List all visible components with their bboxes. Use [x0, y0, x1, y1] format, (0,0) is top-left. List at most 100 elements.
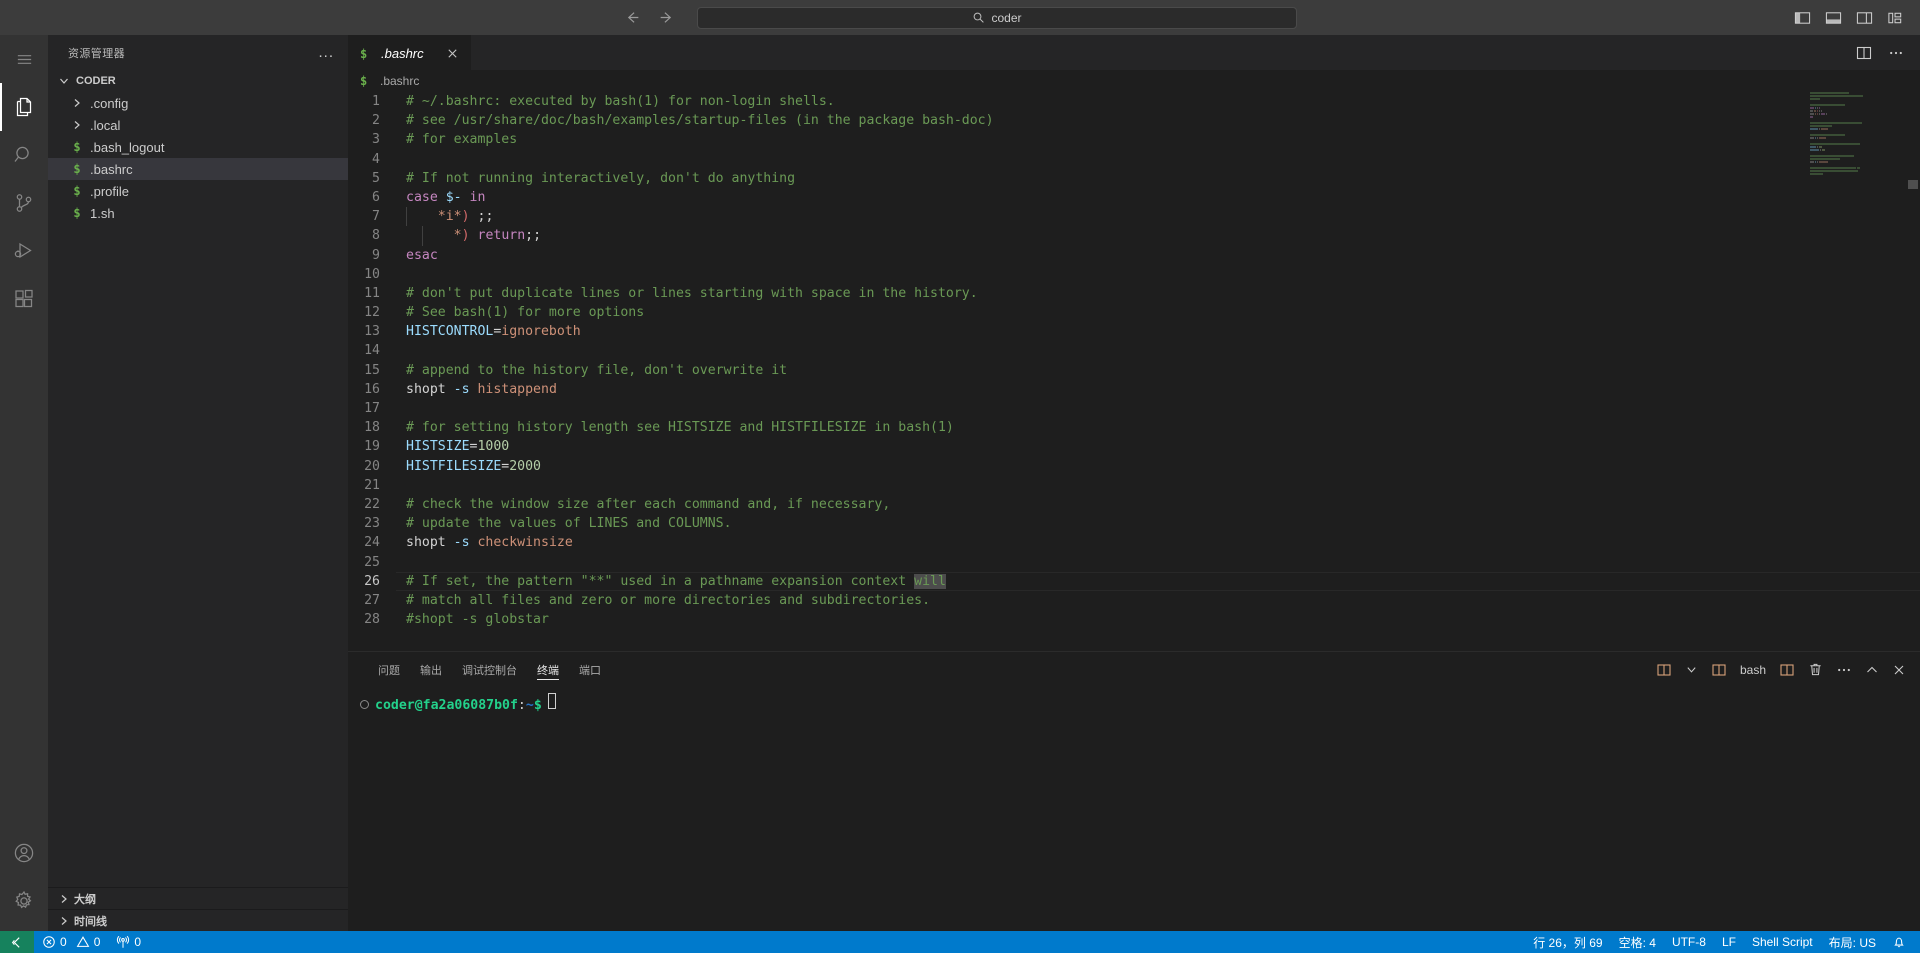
arrow-left-icon[interactable]	[623, 9, 641, 27]
code-line[interactable]: 1 # ~/.bashrc: executed by bash(1) for no…	[348, 92, 1920, 111]
gear-icon[interactable]	[0, 877, 48, 925]
minimap-line	[1810, 170, 1906, 172]
status-indentation[interactable]: 空格: 4	[1611, 931, 1664, 953]
code-line[interactable]: 24 shopt -s checkwinsize	[348, 533, 1920, 552]
split-editor-icon[interactable]	[1856, 45, 1872, 61]
chevron-down-icon[interactable]	[1685, 662, 1698, 678]
timeline-label: 时间线	[74, 915, 107, 928]
code-line[interactable]: 18 # for setting history length see HISTS…	[348, 418, 1920, 437]
timeline-section-header[interactable]: 时间线	[48, 909, 348, 931]
status-encoding[interactable]: UTF-8	[1664, 931, 1714, 953]
line-number: 2	[372, 113, 380, 129]
sidebar-item-extensions[interactable]	[0, 275, 48, 323]
tree-item-bashrc[interactable]: $ .bashrc	[48, 158, 348, 180]
split-terminal-icon[interactable]	[1656, 662, 1672, 678]
tab-output[interactable]: 输出	[410, 652, 452, 687]
code-line[interactable]: 19 HISTSIZE=1000	[348, 437, 1920, 456]
more-actions-icon[interactable]	[1888, 45, 1904, 61]
split-icon[interactable]	[1779, 662, 1795, 678]
code-line[interactable]: 26 # If set, the pattern "**" used in a p…	[348, 571, 1920, 592]
code-line[interactable]: 4	[348, 150, 1920, 169]
arrow-right-icon[interactable]	[657, 9, 675, 27]
tree-item-1sh[interactable]: $ 1.sh	[48, 202, 348, 224]
tree-item-local[interactable]: .local	[48, 114, 348, 136]
code-line[interactable]: 14	[348, 341, 1920, 360]
code-line[interactable]: 17	[348, 399, 1920, 418]
tab-ports[interactable]: 端口	[569, 652, 611, 687]
code-line[interactable]: 5 # If not running interactively, don't d…	[348, 169, 1920, 188]
tab-terminal[interactable]: 终端	[527, 652, 569, 687]
folder-section-header[interactable]: CODER	[48, 70, 348, 92]
status-language-mode[interactable]: Shell Script	[1744, 931, 1821, 953]
hamburger-menu-icon[interactable]	[0, 35, 48, 83]
code-line[interactable]: 16 shopt -s histappend	[348, 380, 1920, 399]
line-number: 10	[364, 266, 380, 282]
shell-file-icon: $	[73, 162, 81, 176]
status-ports[interactable]: 0	[108, 931, 149, 953]
tree-item-config[interactable]: .config	[48, 92, 348, 114]
code-line[interactable]: 7 *i*) ;;	[348, 207, 1920, 227]
code-line[interactable]: 3 # for examples	[348, 130, 1920, 149]
terminal-colon: :	[517, 698, 526, 713]
sidebar-item-run-and-debug[interactable]	[0, 227, 48, 275]
outline-section-header[interactable]: 大纲	[48, 887, 348, 909]
code-line[interactable]: 8 *) return;;	[348, 226, 1920, 246]
status-cursor-position[interactable]: 行 26，列 69	[1525, 931, 1610, 953]
chevron-up-icon[interactable]	[1865, 662, 1879, 678]
code-line[interactable]: 20 HISTFILESIZE=2000	[348, 457, 1920, 476]
sidebar-item-explorer[interactable]	[0, 83, 48, 131]
sidebar-item-search[interactable]	[0, 131, 48, 179]
account-icon[interactable]	[0, 829, 48, 877]
status-keyboard-layout[interactable]: 布局: US	[1821, 931, 1884, 953]
tree-item-bash-logout[interactable]: $ .bash_logout	[48, 136, 348, 158]
tab-debug-console[interactable]: 调试控制台	[452, 652, 527, 687]
terminal-icon[interactable]	[1711, 662, 1727, 678]
code-line[interactable]: 25	[348, 553, 1920, 572]
chevron-down-icon	[56, 73, 72, 89]
encoding-label: UTF-8	[1671, 935, 1706, 949]
code-line[interactable]: 13 HISTCONTROL=ignoreboth	[348, 322, 1920, 341]
code-line[interactable]: 21	[348, 476, 1920, 495]
vscode-window: coder 资源管理器 ... CODER .config .local $ .…	[0, 0, 1920, 953]
minimap-line	[1810, 173, 1906, 175]
tab-problems[interactable]: 问题	[368, 652, 410, 687]
code-line[interactable]: 15 # append to the history file, don't ov…	[348, 361, 1920, 380]
sidebar-item-source-control[interactable]	[0, 179, 48, 227]
code-line[interactable]: 23 # update the values of LINES and COLUM…	[348, 514, 1920, 533]
code-line[interactable]: 12 # See bash(1) for more options	[348, 303, 1920, 322]
code-line[interactable]: 2 # see /usr/share/doc/bash/examples/star…	[348, 111, 1920, 130]
code-line[interactable]: 27 # match all files and zero or more dir…	[348, 591, 1920, 610]
close-icon[interactable]	[1892, 662, 1906, 678]
more-actions-icon[interactable]	[1836, 662, 1852, 678]
status-problems[interactable]: 0 0	[34, 931, 108, 953]
minimap-line	[1810, 101, 1906, 103]
remote-window-indicator[interactable]	[0, 931, 34, 953]
terminal-shell-label[interactable]: bash	[1740, 662, 1766, 678]
terminal-body[interactable]: coder@fa2a06087b0f:~$	[348, 687, 1920, 931]
search-input[interactable]: coder	[697, 6, 1297, 29]
line-number: 5	[372, 170, 380, 186]
code-line[interactable]: 11 # don't put duplicate lines or lines s…	[348, 284, 1920, 303]
shell-file-icon: $	[73, 184, 81, 198]
sidebar-more-actions-icon[interactable]: ...	[312, 45, 340, 60]
code-token: will	[914, 573, 946, 589]
scrollbar-thumb[interactable]	[1908, 180, 1918, 189]
editor-scrollbar[interactable]	[1906, 92, 1920, 651]
status-eol[interactable]: LF	[1714, 931, 1744, 953]
code-line[interactable]: 9 esac	[348, 246, 1920, 265]
tab-bashrc[interactable]: $ .bashrc	[348, 35, 471, 70]
code-editor[interactable]: 1 # ~/.bashrc: executed by bash(1) for no…	[348, 92, 1920, 651]
status-notifications[interactable]	[1884, 931, 1920, 953]
code-line[interactable]: 10	[348, 265, 1920, 284]
close-icon[interactable]	[445, 45, 461, 61]
minimap[interactable]	[1810, 92, 1906, 651]
code-line[interactable]: 6 case $- in	[348, 188, 1920, 207]
code-token: # check the window size after each comma…	[406, 496, 891, 512]
tree-item-profile[interactable]: $ .profile	[48, 180, 348, 202]
code-text-area[interactable]: 1 # ~/.bashrc: executed by bash(1) for no…	[348, 92, 1920, 651]
code-line[interactable]: 28 #shopt -s globstar	[348, 610, 1920, 629]
trash-icon[interactable]	[1808, 662, 1823, 678]
indentation-label: 空格: 4	[1618, 935, 1656, 950]
code-line[interactable]: 22 # check the window size after each com…	[348, 495, 1920, 514]
breadcrumb[interactable]: $ .bashrc	[348, 70, 1920, 92]
